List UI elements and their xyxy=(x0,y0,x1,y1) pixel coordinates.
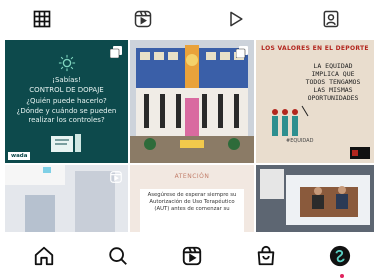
post-grid: ¡Sabías! CONTROL DE DOPAJE ¿Quién puede … xyxy=(0,38,374,232)
post-tile[interactable] xyxy=(5,165,128,232)
meeting-photo xyxy=(256,165,374,232)
post-line: LAS MISMAS xyxy=(313,86,353,94)
nav-home[interactable] xyxy=(32,244,56,268)
nav-reels[interactable] xyxy=(180,244,204,268)
post-title: ATENCIÓN xyxy=(174,173,210,180)
tagged-person-icon xyxy=(323,10,339,28)
home-icon xyxy=(34,246,54,266)
post-tile[interactable] xyxy=(256,165,374,232)
post-card: Asegúrese de esperar siempre su Autoriza… xyxy=(140,189,244,232)
post-line: Asegúrese de esperar siempre su xyxy=(147,192,237,198)
notification-dot xyxy=(340,274,344,278)
profile-tabs xyxy=(0,0,374,38)
post-line: TODOS TENGAMOS xyxy=(305,78,361,86)
altar-photo xyxy=(130,40,254,163)
profile-avatar-icon xyxy=(329,245,351,267)
brand-logo-icon xyxy=(350,147,370,159)
doping-kit-icon xyxy=(51,134,81,152)
reels-tab[interactable] xyxy=(132,8,154,30)
tagged-tab[interactable] xyxy=(320,8,342,30)
carousel-icon xyxy=(236,46,248,58)
bottom-nav xyxy=(0,232,374,280)
nav-shop[interactable] xyxy=(254,244,278,268)
post-tile[interactable]: ¡Sabías! CONTROL DE DOPAJE ¿Quién puede … xyxy=(5,40,128,163)
post-title: LOS VALORES EN EL DEPORTE xyxy=(261,45,369,52)
carousel-icon xyxy=(110,46,122,58)
reels-tab-icon xyxy=(134,10,152,28)
post-tile[interactable] xyxy=(130,40,254,163)
videos-tab[interactable] xyxy=(225,8,247,30)
grid-icon xyxy=(33,10,51,28)
reels-icon xyxy=(182,246,202,266)
figures-illustration xyxy=(272,105,309,136)
post-text: CONTROL DE DOPAJE xyxy=(29,86,104,94)
post-tile[interactable]: ATENCIÓN Asegúrese de esperar siempre su… xyxy=(130,165,254,232)
wada-badge: wada xyxy=(8,152,31,160)
post-line: Autorización de Uso Terapéutico xyxy=(149,199,235,205)
shop-icon xyxy=(257,245,275,266)
play-icon xyxy=(230,11,243,27)
hashtag: #EQUIDAD xyxy=(286,138,314,144)
post-line: (AUT) antes de comenzar su xyxy=(154,206,230,212)
post-text: ¿Dónde y cuándo se pueden xyxy=(16,107,117,115)
post-text: realizar los controles? xyxy=(28,116,105,124)
post-body: LA EQUIDAD IMPLICA QUE TODOS TENGAMOS LA… xyxy=(292,62,374,102)
post-line: LA EQUIDAD xyxy=(313,62,353,70)
grid-tab[interactable] xyxy=(31,8,53,30)
nav-profile[interactable] xyxy=(328,244,352,268)
nav-search[interactable] xyxy=(106,244,130,268)
post-line: IMPLICA QUE xyxy=(311,70,355,78)
post-tile[interactable]: LOS VALORES EN EL DEPORTE LA EQUIDAD IMP… xyxy=(256,40,374,163)
sun-logo-icon xyxy=(58,54,76,72)
post-text: ¿Quién puede hacerlo? xyxy=(26,97,107,105)
post-text: ¡Sabías! xyxy=(52,76,81,84)
search-icon xyxy=(109,247,127,265)
reel-indicator-icon xyxy=(110,171,122,183)
